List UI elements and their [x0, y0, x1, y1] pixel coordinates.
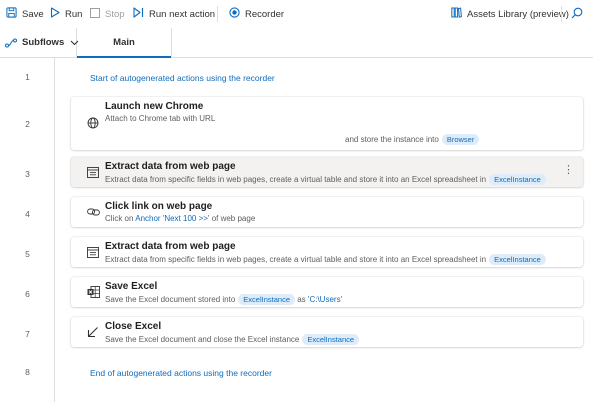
- description-prefix: Click on: [105, 214, 134, 223]
- action-title: Extract data from web page: [105, 161, 236, 172]
- stop-icon: [90, 7, 100, 21]
- as-text: as: [297, 295, 306, 304]
- file-path: 'C:\Users': [307, 295, 343, 304]
- search-button[interactable]: [571, 0, 583, 28]
- recorder-label: Recorder: [245, 8, 285, 20]
- run-next-action-label: Run next action: [149, 8, 216, 20]
- action-description: Attach to Chrome tab with URL: [105, 114, 216, 123]
- line-number: 4: [25, 209, 30, 219]
- save-button[interactable]: Save: [6, 0, 44, 28]
- library-icon: [451, 7, 462, 21]
- action-title: Launch new Chrome: [105, 101, 204, 112]
- line-number-gutter: 1 2 3 4 5 6 7 8: [0, 58, 55, 402]
- line-number: 8: [25, 367, 30, 377]
- description-text: Extract data from specific fields in web…: [105, 175, 487, 184]
- extract-data-icon: [86, 165, 100, 179]
- action-launch-chrome[interactable]: Launch new Chrome Attach to Chrome tab w…: [71, 97, 583, 150]
- variable-pill[interactable]: ExcelInstance: [489, 254, 546, 265]
- save-label: Save: [22, 8, 44, 20]
- description-text: Extract data from specific fields in web…: [105, 255, 487, 264]
- line-number: 5: [25, 249, 30, 259]
- toolbar-divider: [561, 6, 562, 22]
- globe-icon: [86, 116, 100, 130]
- store-text: and store the instance into: [345, 135, 439, 144]
- line-number: 7: [25, 329, 30, 339]
- tab-main-label: Main: [113, 37, 135, 48]
- extract-data-icon: [86, 245, 100, 259]
- action-description: Save the Excel document and close the Ex…: [105, 334, 360, 345]
- action-extract-data[interactable]: Extract data from web page Extract data …: [71, 157, 583, 187]
- action-description: Extract data from specific fields in web…: [105, 254, 546, 265]
- action-title: Extract data from web page: [105, 241, 236, 252]
- close-excel-arrow-icon: [86, 325, 100, 339]
- action-title: Close Excel: [105, 321, 162, 332]
- run-next-action-button[interactable]: Run next action: [133, 0, 215, 28]
- more-options-icon[interactable]: ⋮: [563, 165, 574, 176]
- action-description: Click on Anchor 'Next 100 >>' of web pag…: [105, 214, 255, 223]
- description-suffix: of web page: [211, 214, 256, 223]
- line-number: 3: [25, 169, 30, 179]
- subflows-label: Subflows: [22, 37, 65, 48]
- excel-save-icon: [86, 285, 100, 299]
- run-button[interactable]: Run: [50, 0, 82, 28]
- variable-pill[interactable]: ExcelInstance: [489, 174, 546, 185]
- run-label: Run: [65, 8, 83, 20]
- stop-button[interactable]: Stop: [90, 0, 125, 28]
- anchor-link[interactable]: Anchor 'Next 100 >>': [135, 214, 209, 223]
- line-number: 2: [25, 119, 30, 129]
- action-description: Extract data from specific fields in web…: [105, 174, 546, 185]
- save-icon: [6, 7, 17, 21]
- action-title: Click link on web page: [105, 201, 213, 212]
- action-close-excel[interactable]: Close Excel Save the Excel document and …: [71, 317, 583, 347]
- line-number: 6: [25, 289, 30, 299]
- step-over-icon: [133, 7, 144, 21]
- record-icon: [229, 7, 240, 21]
- action-title: Save Excel: [105, 281, 158, 292]
- stop-label: Stop: [105, 8, 125, 20]
- description-text: Save the Excel document stored into: [105, 295, 236, 304]
- subflows-icon: [5, 38, 17, 48]
- variable-pill[interactable]: ExcelInstance: [302, 334, 360, 345]
- assets-library-label: Assets Library (preview): [467, 8, 569, 20]
- action-click-link[interactable]: Click link on web page Click on Anchor '…: [71, 197, 583, 227]
- description-text: Save the Excel document and close the Ex…: [105, 335, 300, 344]
- tab-main[interactable]: Main: [77, 28, 172, 58]
- search-icon: [571, 7, 583, 22]
- toolbar-divider: [217, 6, 218, 22]
- active-tab-indicator: [77, 56, 171, 58]
- subflows-dropdown[interactable]: Subflows: [0, 28, 79, 57]
- action-save-excel[interactable]: Save Excel Save the Excel document store…: [71, 277, 583, 307]
- toolbar: Save Run Stop Run next action Recorder A…: [0, 0, 593, 28]
- start-comment[interactable]: Start of autogenerated actions using the…: [90, 73, 275, 83]
- variable-pill[interactable]: Browser: [441, 134, 480, 145]
- line-number: 1: [25, 72, 30, 82]
- variable-pill[interactable]: ExcelInstance: [238, 294, 295, 305]
- action-description: Save the Excel document stored into Excel…: [105, 294, 342, 305]
- link-icon: [86, 205, 100, 219]
- action-extract-data[interactable]: Extract data from web page Extract data …: [71, 237, 583, 267]
- play-icon: [50, 7, 60, 21]
- recorder-button[interactable]: Recorder: [229, 0, 284, 28]
- action-store-clause: and store the instance into Browser: [345, 134, 480, 145]
- tab-bar: Subflows Main: [0, 28, 593, 58]
- end-comment[interactable]: End of autogenerated actions using the r…: [90, 368, 272, 378]
- assets-library-button[interactable]: Assets Library (preview): [451, 0, 569, 28]
